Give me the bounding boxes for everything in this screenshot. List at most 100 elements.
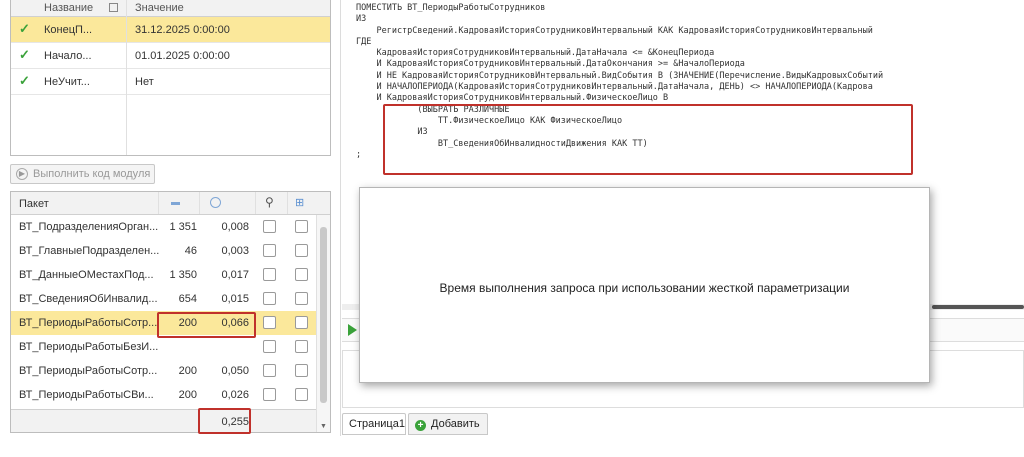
code-line[interactable]: И НЕ КадроваяИсторияСотрудниковИнтерваль… xyxy=(356,71,883,82)
param-row[interactable]: ✓ НеУчит... Нет xyxy=(11,69,330,95)
packet-time: 0,008 xyxy=(221,221,249,233)
packet-name: ВТ_ПериодыРаботыСВи... xyxy=(19,389,154,401)
col-value-label: Значение xyxy=(135,2,184,14)
packet-count: 200 xyxy=(178,389,197,401)
packet-checkbox[interactable] xyxy=(295,364,308,377)
check-icon[interactable]: ✓ xyxy=(19,47,30,63)
packet-name: ВТ_СведенияОбИнвалид... xyxy=(19,293,158,305)
packet-checkbox[interactable] xyxy=(263,292,276,305)
packet-time: 0,026 xyxy=(221,389,249,401)
code-line[interactable]: И КадроваяИсторияСотрудниковИнтервальный… xyxy=(356,93,883,104)
packet-name: ВТ_ДанныеОМестахПод... xyxy=(19,269,154,281)
tree-icon[interactable]: ⊞ xyxy=(295,196,304,209)
tab-page1[interactable]: Страница1 xyxy=(342,413,406,435)
packets-header: Пакет ⚲ ⊞ xyxy=(11,192,330,215)
run-icon: ▶ xyxy=(16,168,28,180)
message-popup: Время выполнения запроса при использован… xyxy=(359,187,930,383)
scrollbar-thumb[interactable] xyxy=(932,305,1024,309)
packet-checkbox[interactable] xyxy=(263,244,276,257)
packet-checkbox[interactable] xyxy=(263,388,276,401)
table-settings-icon[interactable] xyxy=(109,3,118,12)
packet-name: ВТ_ГлавныеПодразделен... xyxy=(19,245,159,257)
param-name: КонецП... xyxy=(44,24,93,36)
packet-row[interactable]: ВТ_ПериодыРаботыСотр... 200 0,050 xyxy=(11,359,330,383)
execute-icon[interactable] xyxy=(348,324,357,336)
code-line[interactable]: ПОМЕСТИТЬ ВТ_ПериодыРаботыСотрудников xyxy=(356,3,883,14)
code-line[interactable]: РегистрСведений.КадроваяИсторияСотрудник… xyxy=(356,26,883,37)
add-tab-label: Добавить xyxy=(431,418,480,430)
param-value[interactable]: 01.01.2025 0:00:00 xyxy=(135,50,230,62)
packet-checkbox[interactable] xyxy=(295,316,308,329)
code-line[interactable]: И КадроваяИсторияСотрудниковИнтервальный… xyxy=(356,59,883,70)
param-row[interactable]: ✓ Начало... 01.01.2025 0:00:00 xyxy=(11,43,330,69)
search-icon[interactable]: ⚲ xyxy=(265,195,274,209)
packet-count: 1 350 xyxy=(169,269,197,281)
tab-bar: Страница1 + Добавить xyxy=(342,413,1024,435)
packet-name: ВТ_ПодразделенияОрган... xyxy=(19,221,159,233)
packet-checkbox[interactable] xyxy=(263,220,276,233)
packet-count: 654 xyxy=(178,293,197,305)
packet-name: ВТ_ПериодыРаботыСотр... xyxy=(19,365,158,377)
packet-count: 200 xyxy=(178,365,197,377)
check-icon[interactable]: ✓ xyxy=(19,73,30,89)
check-icon[interactable]: ✓ xyxy=(19,21,30,37)
code-line[interactable]: ГДЕ xyxy=(356,37,883,48)
column-divider xyxy=(255,192,256,214)
run-module-label: Выполнить код модуля xyxy=(33,168,151,180)
packet-row[interactable]: ВТ_ДанныеОМестахПод... 1 350 0,017 xyxy=(11,263,330,287)
packets-footer: 0,255 xyxy=(11,409,316,432)
column-divider xyxy=(287,192,288,214)
clock-icon xyxy=(210,197,221,208)
packet-checkbox[interactable] xyxy=(263,340,276,353)
scroll-down-icon[interactable]: ▼ xyxy=(320,423,327,430)
packet-row[interactable]: ВТ_ПодразделенияОрган... 1 351 0,008 xyxy=(11,215,330,239)
param-value[interactable]: Нет xyxy=(135,76,154,88)
packets-scrollbar[interactable]: ▼ xyxy=(316,215,330,432)
packet-count: 1 351 xyxy=(169,221,197,233)
packet-row[interactable]: ВТ_ГлавныеПодразделен... 46 0,003 xyxy=(11,239,330,263)
param-row[interactable]: ✓ КонецП... 31.12.2025 0:00:00 xyxy=(11,17,330,43)
packet-checkbox[interactable] xyxy=(263,364,276,377)
parameters-table: Название Значение ✓ КонецП... 31.12.2025… xyxy=(10,0,331,156)
packet-name: ВТ_ПериодыРаботыСотр... xyxy=(19,317,158,329)
packet-checkbox[interactable] xyxy=(295,268,308,281)
column-divider xyxy=(126,0,127,155)
code-line[interactable]: КадроваяИсторияСотрудниковИнтервальный.Д… xyxy=(356,48,883,59)
packet-row[interactable]: ВТ_СведенияОбИнвалид... 654 0,015 xyxy=(11,287,330,311)
parameters-header: Название Значение xyxy=(11,0,330,17)
packet-checkbox[interactable] xyxy=(263,268,276,281)
plus-icon: + xyxy=(415,420,426,431)
packet-rows: ВТ_ПодразделенияОрган... 1 351 0,008 ВТ_Гла… xyxy=(11,215,330,407)
param-name: Начало... xyxy=(44,50,92,62)
code-line[interactable]: ИЗ xyxy=(356,14,883,25)
run-module-button[interactable]: ▶ Выполнить код модуля xyxy=(10,164,155,184)
tab-page1-label: Страница1 xyxy=(349,418,405,430)
packet-checkbox[interactable] xyxy=(295,388,308,401)
packet-count: 46 xyxy=(184,245,197,257)
param-value[interactable]: 31.12.2025 0:00:00 xyxy=(135,24,230,36)
packet-checkbox[interactable] xyxy=(295,244,308,257)
highlight-box xyxy=(383,104,913,175)
col-name-label: Название xyxy=(44,2,94,14)
packet-time: 0,017 xyxy=(221,269,249,281)
packet-checkbox[interactable] xyxy=(295,340,308,353)
packet-time: 0,015 xyxy=(221,293,249,305)
packet-checkbox[interactable] xyxy=(295,220,308,233)
col-packet-label: Пакет xyxy=(19,198,49,210)
packet-row[interactable]: ВТ_ПериодыРаботыСВи... 200 0,026 xyxy=(11,383,330,407)
highlight-box xyxy=(198,408,251,434)
code-line[interactable]: И НАЧАЛОПЕРИОДА(КадроваяИсторияСотрудник… xyxy=(356,82,883,93)
packet-time: 0,050 xyxy=(221,365,249,377)
packet-name: ВТ_ПериодыРаботыБезИ... xyxy=(19,341,159,353)
popup-message: Время выполнения запроса при использован… xyxy=(439,281,850,295)
packet-checkbox[interactable] xyxy=(295,292,308,305)
param-name: НеУчит... xyxy=(44,76,90,88)
scrollbar-thumb[interactable] xyxy=(320,227,327,403)
column-divider xyxy=(158,192,159,214)
panel-divider[interactable] xyxy=(340,0,341,436)
packet-row[interactable]: ВТ_ПериодыРаботыБезИ... xyxy=(11,335,330,359)
add-tab-button[interactable]: + Добавить xyxy=(408,413,488,435)
packet-checkbox[interactable] xyxy=(263,316,276,329)
column-divider xyxy=(199,192,200,214)
highlight-box xyxy=(157,312,256,338)
